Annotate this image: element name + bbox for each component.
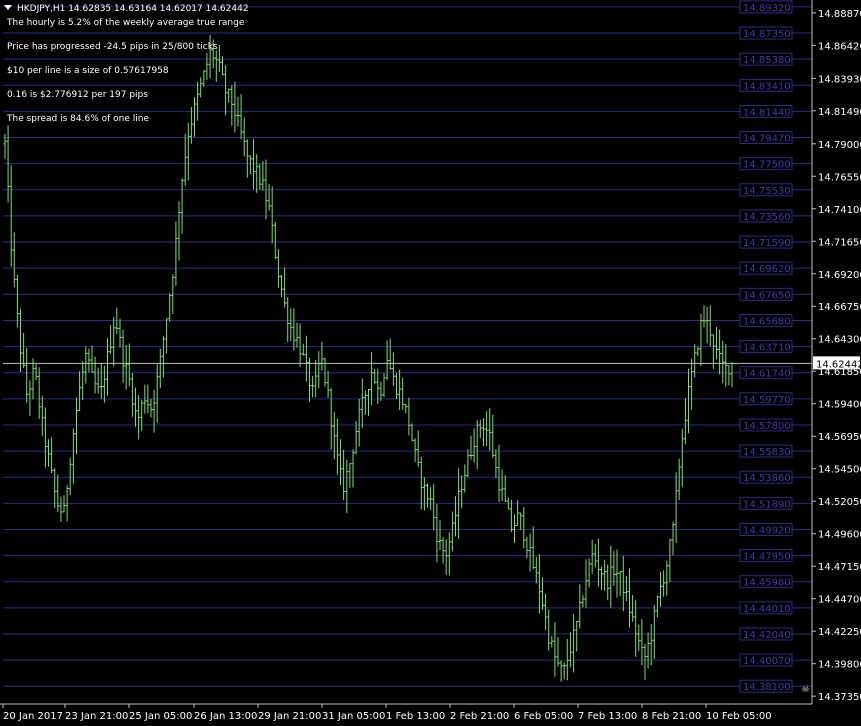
grid-label: 14.79470 — [743, 134, 791, 145]
grid-label: 14.67650 — [743, 290, 791, 301]
grid-label: 14.44010 — [743, 604, 791, 615]
grid-label: 14.65680 — [743, 316, 791, 327]
grid-label: 14.45980 — [743, 578, 791, 589]
info-line-progress: Price has progressed -24.5 pips in 25/80… — [7, 42, 218, 52]
y-axis-tick-label: 14.52050 — [818, 497, 861, 508]
close-chart-icon[interactable]: ☠ — [801, 684, 810, 695]
symbol-ohlc-text: HKDJPY,H1 14.62835 14.63164 14.62017 14.… — [17, 4, 249, 14]
chart-area: 14.89320 14.87350 14.85380 14.83410 14.81440… — [0, 0, 861, 726]
grid-label: 14.83410 — [743, 81, 791, 92]
y-axis-tick-label: 14.86420 — [818, 41, 861, 52]
x-axis-tick-label: 20 Jan 2017 — [3, 711, 63, 722]
x-axis-tick-label: 25 Jan 05:00 — [129, 711, 192, 722]
grid-label: 14.42040 — [743, 630, 791, 641]
y-axis-tick-label: 14.49600 — [818, 530, 861, 541]
y-axis-tick-label: 14.56950 — [818, 432, 861, 443]
y-axis-tick-label: 14.39800 — [818, 660, 861, 671]
dropdown-triangle-icon[interactable] — [4, 5, 12, 10]
grid-label: 14.57800 — [743, 421, 791, 432]
grid-label: 14.89320 — [743, 3, 791, 14]
grid-label: 14.85380 — [743, 55, 791, 66]
info-line-size: $10 per line is a size of 0.57617958 — [7, 66, 169, 76]
y-axis-tick-label: 14.83930 — [818, 74, 861, 85]
info-line-atr: The hourly is 5.2% of the weekly average… — [7, 18, 245, 28]
x-axis-tick-label: 10 Feb 05:00 — [706, 711, 772, 722]
symbol-header: HKDJPY,H1 14.62835 14.63164 14.62017 14.… — [4, 4, 249, 14]
grid-label: 14.38100 — [743, 682, 791, 693]
grid-label: 14.55830 — [743, 447, 791, 458]
grid-label: 14.77500 — [743, 160, 791, 171]
grid-label: 14.63710 — [743, 343, 791, 354]
y-axis-tick-label: 14.81490 — [818, 107, 861, 118]
grid-label: 14.81440 — [743, 107, 791, 118]
grid-label: 14.61740 — [743, 369, 791, 380]
x-axis-tick-label: 1 Feb 13:00 — [386, 711, 445, 722]
x-axis-tick-label: 2 Feb 21:00 — [450, 711, 509, 722]
y-axis-tick-label: 14.64300 — [818, 335, 861, 346]
y-axis-tick-label: 14.74100 — [818, 205, 861, 216]
grid-label: 14.75530 — [743, 186, 791, 197]
y-axis-tick-label: 14.79000 — [818, 140, 861, 151]
info-line-pips: 0.16 is $2.776912 per 197 pips — [7, 90, 148, 100]
x-axis-tick-label: 7 Feb 13:00 — [578, 711, 637, 722]
y-axis-tick-label: 14.88870 — [818, 9, 861, 20]
y-axis-tick-label: 14.66750 — [818, 302, 861, 313]
grid-label: 14.40070 — [743, 656, 791, 667]
grid-label: 14.69620 — [743, 264, 791, 275]
x-axis-tick-label: 8 Feb 21:00 — [642, 711, 701, 722]
y-axis-tick-label: 14.71650 — [818, 237, 861, 248]
grid-label: 14.47950 — [743, 552, 791, 563]
price-chart: 14.89320 14.87350 14.85380 14.83410 14.81440… — [0, 0, 861, 722]
y-axis-tick-label: 14.37350 — [818, 692, 861, 703]
x-axis-tick-label: 26 Jan 13:00 — [194, 711, 257, 722]
grid-label: 14.51890 — [743, 499, 791, 510]
current-price-label: 14.62442 — [816, 359, 861, 370]
grid-label: 14.59770 — [743, 395, 791, 406]
grid-label: 14.73560 — [743, 212, 791, 223]
grid-label: 14.49920 — [743, 525, 791, 536]
y-axis-tick-label: 14.47150 — [818, 562, 861, 573]
y-axis-tick-label: 14.54500 — [818, 465, 861, 476]
grid-label: 14.71590 — [743, 238, 791, 249]
y-axis-tick-label: 14.44700 — [818, 595, 861, 606]
info-line-spread: The spread is 84.6% of one line — [7, 114, 150, 124]
x-axis-tick-label: 23 Jan 21:00 — [65, 711, 128, 722]
x-axis-tick-label: 31 Jan 05:00 — [322, 711, 385, 722]
grid-label: 14.53860 — [743, 473, 791, 484]
grid-label: 14.87350 — [743, 29, 791, 40]
y-axis-tick-label: 14.69200 — [818, 270, 861, 281]
x-axis-tick-label: 6 Feb 05:00 — [514, 711, 573, 722]
y-axis-tick-label: 14.76550 — [818, 172, 861, 183]
y-axis-tick-label: 14.59400 — [818, 400, 861, 411]
x-axis-tick-label: 29 Jan 21:00 — [258, 711, 321, 722]
y-axis-tick-label: 14.42250 — [818, 627, 861, 638]
